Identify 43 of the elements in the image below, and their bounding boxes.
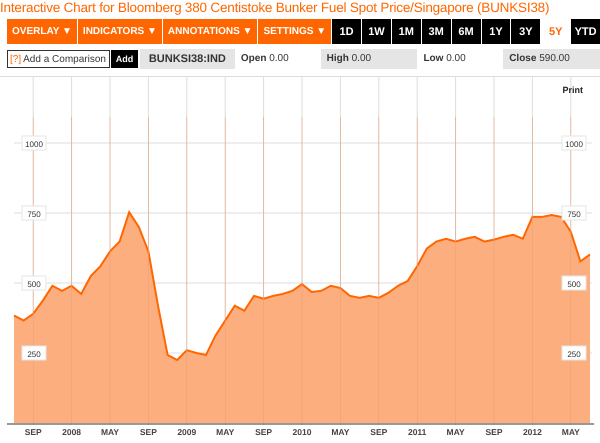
y-axis-label: 1000 bbox=[562, 136, 586, 150]
y-axis-label: 750 bbox=[22, 206, 46, 220]
y-tick-label: 250 bbox=[27, 350, 42, 359]
x-axis-label: MAY bbox=[216, 427, 234, 437]
x-axis-label: 2009 bbox=[177, 427, 196, 437]
x-axis-label: MAY bbox=[446, 427, 465, 437]
x-axis-label: MAY bbox=[100, 427, 120, 437]
quote-value: Low 0.00 bbox=[422, 52, 467, 66]
y-axis-label: 1000 bbox=[22, 136, 46, 150]
x-axis-label: MAY bbox=[562, 427, 580, 437]
range-tab[interactable]: YTD bbox=[571, 19, 600, 44]
y-axis-label: 250 bbox=[562, 346, 586, 360]
range-tab[interactable]: 3Y bbox=[511, 19, 540, 44]
range-tab[interactable]: 1W bbox=[362, 19, 391, 44]
y-axis-label: 750 bbox=[562, 206, 586, 220]
x-axis-label: 2011 bbox=[408, 427, 426, 437]
range-tab[interactable]: 1D bbox=[332, 19, 361, 44]
y-tick-label: 500 bbox=[27, 280, 42, 289]
ticker-label: BUNKSI38:IND bbox=[140, 49, 235, 69]
add-button[interactable]: Add bbox=[111, 50, 138, 68]
x-axis-label: 2012 bbox=[522, 427, 542, 437]
x-axis-label: 2008 bbox=[62, 427, 82, 437]
x-axis-label: SEP bbox=[370, 427, 388, 437]
x-axis-label: MAY bbox=[331, 427, 350, 437]
range-tab[interactable]: 6M bbox=[452, 19, 480, 44]
range-tab[interactable]: 3M bbox=[422, 19, 451, 44]
print-link[interactable]: Print bbox=[562, 85, 583, 95]
chart-title: Interactive Chart for Bloomberg 380 Centistoke Bunker Fuel Spot Price/Singapore (BUNKSI38) bbox=[0, 0, 550, 16]
range-tab[interactable]: 1Y bbox=[482, 19, 510, 44]
y-tick-label: 750 bbox=[27, 210, 42, 219]
y-axis-label: 250 bbox=[22, 346, 46, 360]
x-axis-label: SEP bbox=[486, 427, 502, 437]
y-axis-label: 500 bbox=[562, 276, 586, 290]
y-axis-label: 500 bbox=[22, 276, 46, 290]
x-axis-label: SEP bbox=[255, 427, 272, 437]
y-tick-label: 1000 bbox=[25, 140, 44, 149]
quote-value: Close 590.00 bbox=[503, 49, 600, 69]
x-axis-label: SEP bbox=[140, 427, 157, 437]
range-tab[interactable]: 1M bbox=[392, 19, 421, 44]
x-axis-label: 2010 bbox=[292, 427, 312, 437]
quote-value: Open 0.00 bbox=[240, 52, 290, 66]
x-axis-label: SEP bbox=[24, 427, 42, 437]
quote-value: High 0.00 bbox=[320, 49, 418, 69]
